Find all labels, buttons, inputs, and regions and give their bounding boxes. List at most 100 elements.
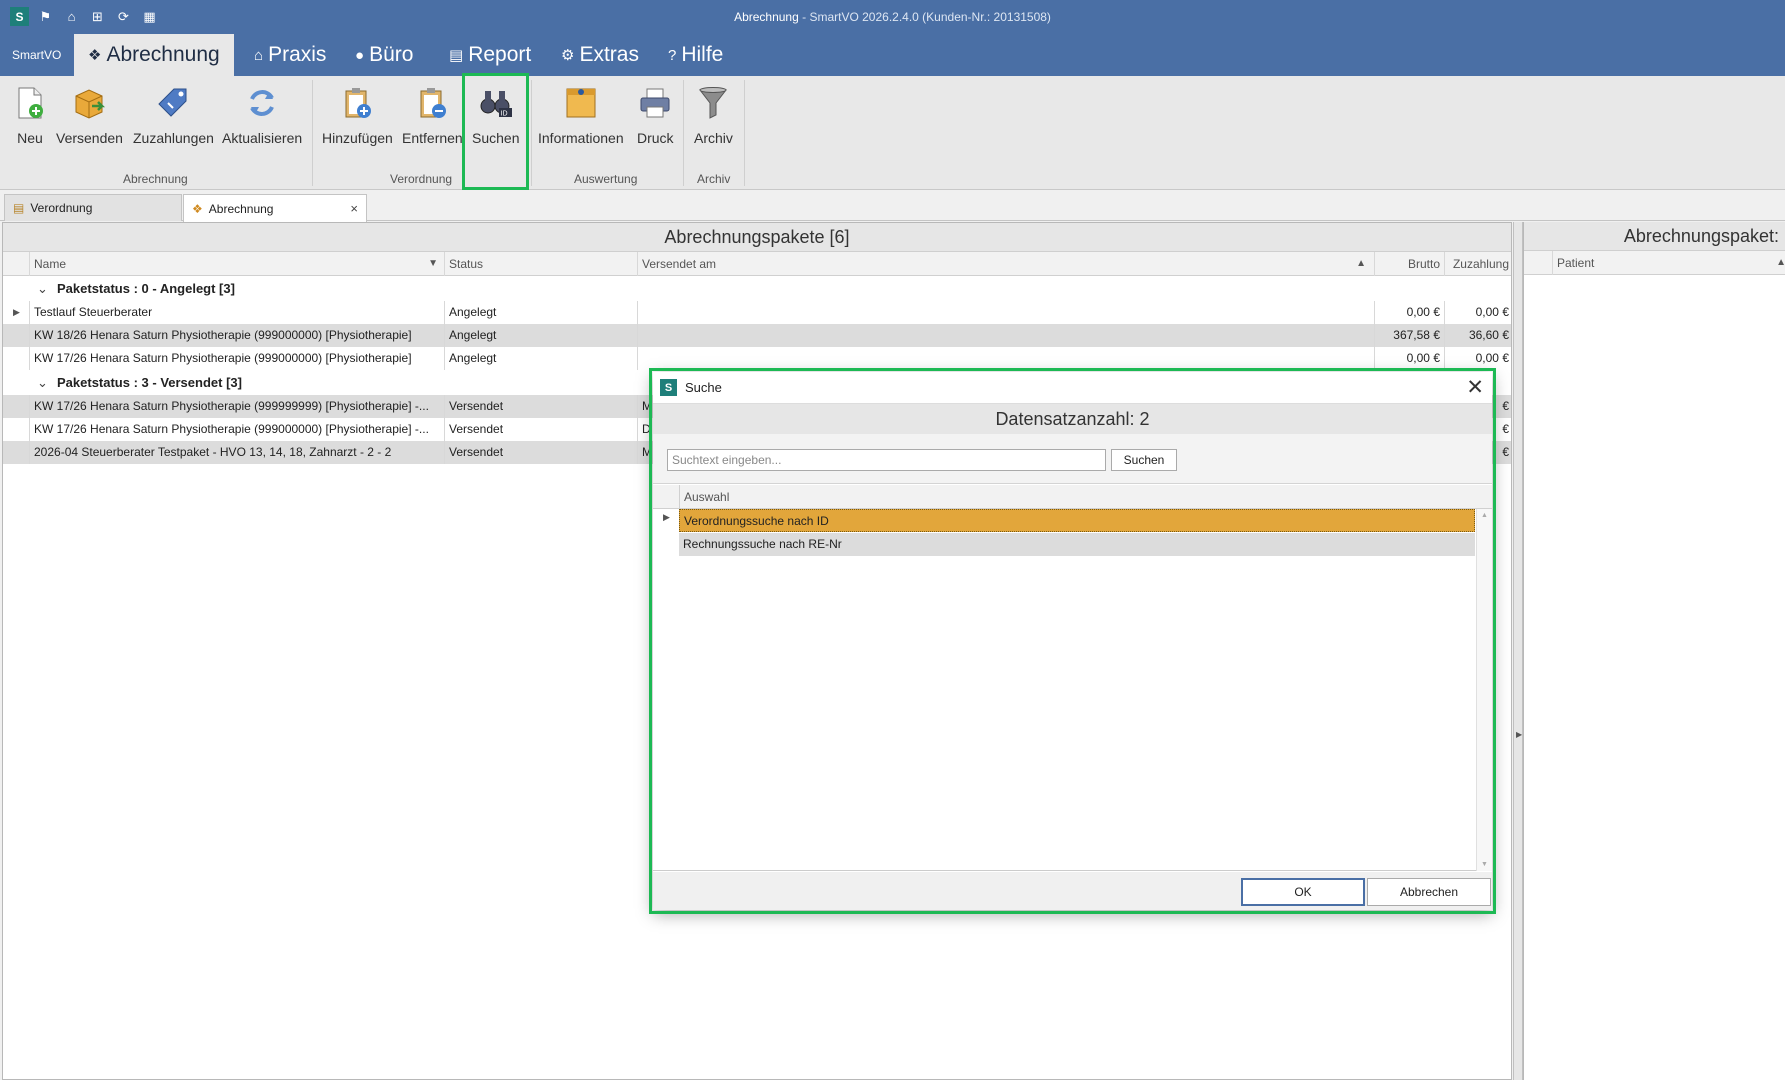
information-button[interactable]: Informationen: [538, 84, 624, 146]
sort-ascending-icon: ▲: [1776, 257, 1785, 268]
printer-icon: [637, 84, 673, 122]
detail-panel-title: Abrechnungspaket:: [1524, 222, 1785, 251]
help-icon: ?: [668, 46, 677, 64]
add-button[interactable]: Hinzufügen: [322, 84, 393, 146]
menu-praxis-label: Praxis: [268, 43, 327, 66]
home-icon: ⌂: [254, 46, 264, 64]
menu-extras[interactable]: ⚙ Extras: [561, 34, 639, 76]
filter-dropdown-icon[interactable]: ▼: [428, 252, 438, 276]
cell-brutto: 0,00 €: [1374, 347, 1444, 370]
column-name-label: Name: [34, 257, 67, 271]
remove-button-label: Entfernen: [402, 130, 463, 146]
cell-name: KW 17/26 Henara Saturn Physiotherapie (9…: [29, 418, 444, 441]
window-title-version: - SmartVO 2026.2.4.0 (Kunden-Nr.: 201315…: [798, 10, 1051, 24]
clipboard-remove-icon: [414, 84, 450, 122]
send-package-icon: [71, 84, 107, 122]
sort-ascending-icon: ▲: [1356, 258, 1366, 269]
tab-abrechnung-label: Abrechnung: [208, 201, 274, 216]
package-detail-panel: Abrechnungspaket: Patient ▲: [1523, 222, 1785, 1080]
table-row[interactable]: KW 18/26 Henara Saturn Physiotherapie (9…: [3, 324, 1511, 347]
window-title: Abrechnung - SmartVO 2026.2.4.0 (Kunden-…: [0, 10, 1785, 24]
search-button-highlight: [462, 73, 529, 190]
print-button-label: Druck: [637, 130, 674, 146]
ribbon-separator: [312, 80, 313, 186]
new-button-label: Neu: [17, 130, 43, 146]
refresh-button[interactable]: Aktualisieren: [222, 84, 302, 146]
cell-versendet: [637, 324, 1374, 347]
chevron-down-icon[interactable]: ⌄: [37, 276, 48, 301]
clipboard-add-icon: [339, 84, 375, 122]
column-zuzahlung[interactable]: Zuzahlung: [1444, 252, 1513, 276]
menu-abrechnung[interactable]: ❖ Abrechnung: [74, 34, 234, 76]
title-bar: S ⚑ ⌂ ⊞ ⟳ ▦ Abrechnung - SmartVO 2026.2.…: [0, 0, 1785, 34]
cell-status: Angelegt: [444, 347, 637, 370]
cell-status: Angelegt: [444, 301, 637, 324]
panel-splitter[interactable]: ▶: [1513, 222, 1523, 1080]
group-label: Paketstatus : 3 - Versendet [3]: [57, 375, 242, 390]
tab-abrechnung[interactable]: ❖ Abrechnung ×: [183, 194, 367, 222]
column-versendet-am[interactable]: Versendet am ▲: [637, 252, 1374, 276]
cell-status: Versendet: [444, 418, 637, 441]
column-patient-label: Patient: [1557, 256, 1595, 270]
cell-name: KW 17/26 Henara Saturn Physiotherapie (9…: [29, 395, 444, 418]
menu-smartvo[interactable]: SmartVO: [12, 34, 61, 76]
table-row[interactable]: KW 17/26 Henara Saturn Physiotherapie (9…: [3, 347, 1511, 370]
cell-status: Angelegt: [444, 324, 637, 347]
cell-zuzahlung: 36,60 €: [1444, 324, 1513, 347]
send-button[interactable]: Versenden: [56, 84, 123, 146]
cell-brutto: 0,00 €: [1374, 301, 1444, 324]
cell-name: KW 18/26 Henara Saturn Physiotherapie (9…: [29, 324, 444, 347]
group-row-angelegt[interactable]: ⌄ Paketstatus : 0 - Angelegt [3]: [3, 276, 1511, 301]
menu-bar: SmartVO ❖ Abrechnung ⌂ Praxis ● Büro ▤ R…: [0, 34, 1785, 76]
cell-versendet: [637, 301, 1374, 324]
remove-button[interactable]: Entfernen: [402, 84, 463, 146]
ribbon-separator: [683, 80, 684, 186]
clipboard-icon: ▤: [13, 201, 25, 215]
column-patient[interactable]: Patient ▲: [1552, 251, 1785, 275]
row-indicator-icon: ▶: [13, 307, 20, 317]
cell-name: 2026-04 Steuerberater Testpaket - HVO 13…: [29, 441, 444, 464]
ribbon-group-auswertung: Auswertung: [574, 172, 638, 186]
report-icon: ▤: [449, 47, 464, 64]
menu-report-label: Report: [468, 43, 532, 66]
column-status[interactable]: Status: [444, 252, 637, 276]
cell-zuzahlung: 0,00 €: [1444, 347, 1513, 370]
package-icon: ❖: [192, 201, 203, 216]
package-icon: ❖: [88, 47, 102, 64]
grid-header: Name ▼ Status Versendet am ▲ Brutto Zuza…: [3, 252, 1511, 276]
refresh-button-label: Aktualisieren: [222, 130, 303, 146]
price-tag-icon: [155, 84, 191, 122]
column-name[interactable]: Name ▼: [29, 252, 444, 276]
new-button[interactable]: Neu: [12, 84, 48, 146]
refresh-icon: [244, 84, 280, 122]
archive-button[interactable]: Archiv: [694, 84, 733, 146]
ribbon-group-archiv: Archiv: [697, 172, 731, 186]
chevron-down-icon[interactable]: ⌄: [37, 370, 48, 395]
add-button-label: Hinzufügen: [322, 130, 393, 146]
tab-verordnung[interactable]: ▤ Verordnung: [4, 194, 182, 221]
menu-buero[interactable]: ● Büro: [355, 34, 413, 76]
close-tab-icon[interactable]: ×: [350, 201, 358, 216]
cell-versendet: [637, 347, 1374, 370]
column-brutto[interactable]: Brutto: [1374, 252, 1444, 276]
cell-name: KW 17/26 Henara Saturn Physiotherapie (9…: [29, 347, 444, 370]
cell-zuzahlung: 0,00 €: [1444, 301, 1513, 324]
menu-praxis[interactable]: ⌂ Praxis: [254, 34, 326, 76]
cell-status: Versendet: [444, 395, 637, 418]
menu-hilfe[interactable]: ? Hilfe: [668, 34, 723, 76]
print-button[interactable]: Druck: [637, 84, 674, 146]
table-row[interactable]: ▶ Testlauf Steuerberater Angelegt 0,00 €…: [3, 301, 1511, 324]
funnel-icon: [695, 84, 731, 122]
copayments-button[interactable]: Zuzahlungen: [133, 84, 214, 146]
ribbon-group-abrechnung: Abrechnung: [123, 172, 188, 186]
menu-report[interactable]: ▤ Report: [449, 34, 531, 76]
menu-hilfe-label: Hilfe: [681, 43, 724, 66]
cell-status: Versendet: [444, 441, 637, 464]
archive-button-label: Archiv: [694, 130, 733, 146]
information-note-icon: [563, 84, 599, 122]
cell-name: Testlauf Steuerberater: [29, 301, 444, 324]
chevron-right-icon[interactable]: ▶: [1516, 730, 1522, 739]
send-button-label: Versenden: [56, 130, 123, 146]
column-versendet-am-label: Versendet am: [642, 257, 717, 271]
ribbon-separator: [744, 80, 745, 186]
